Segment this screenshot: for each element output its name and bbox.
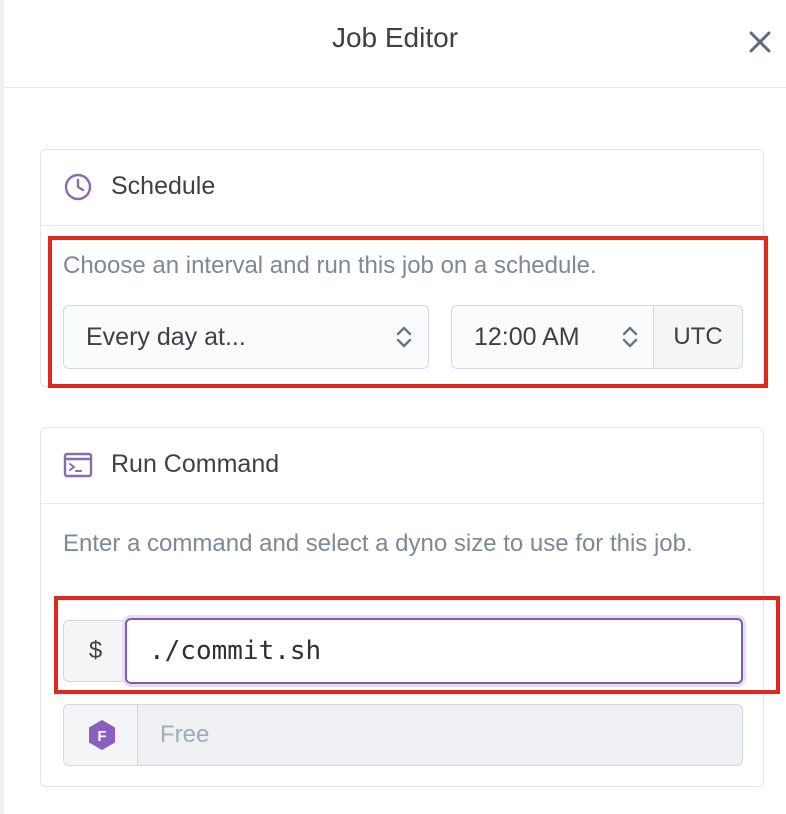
close-icon [749,31,771,53]
interval-select[interactable]: Every day at... [63,305,429,369]
run-command-card: Run Command Enter a command and select a… [40,427,764,787]
job-editor-panel: Job Editor Schedule Choose an interval a… [0,0,786,814]
schedule-help-text: Choose an interval and run this job on a… [63,252,597,279]
time-select[interactable]: 12:00 AM [451,305,655,369]
dyno-badge-letter: F [97,728,106,745]
clock-icon [64,173,92,201]
chevron-updown-icon [396,326,412,348]
dyno-badge-addon: F [63,704,139,766]
run-command-title: Run Command [111,450,280,478]
command-prompt-addon: $ [63,620,127,682]
timezone-label: UTC [653,305,743,369]
interval-select-value: Every day at... [86,322,246,351]
chevron-updown-icon [622,326,638,348]
schedule-card: Schedule Choose an interval and run this… [40,149,764,387]
schedule-card-header: Schedule [41,150,763,226]
close-button[interactable] [742,24,778,60]
time-select-value: 12:00 AM [474,322,580,351]
left-edge [0,0,4,814]
panel-header: Job Editor [4,0,786,88]
command-input[interactable] [125,618,743,684]
schedule-title: Schedule [111,172,216,200]
page-title: Job Editor [331,22,459,53]
dyno-free-badge-icon: F [88,720,115,750]
terminal-icon [63,452,93,478]
dyno-size-select[interactable]: Free [137,704,743,766]
command-help-text: Enter a command and select a dyno size t… [63,530,693,557]
run-command-card-header: Run Command [41,428,763,504]
